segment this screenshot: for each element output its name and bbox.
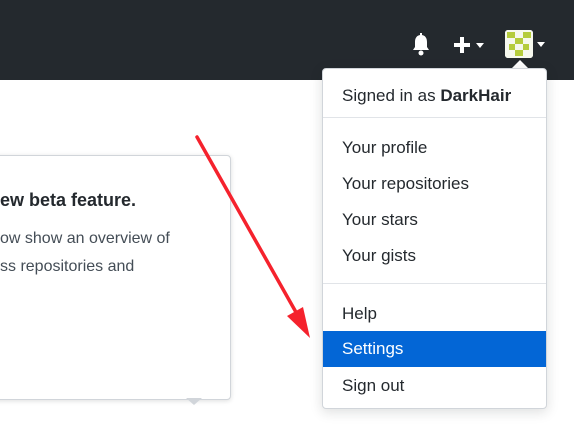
chevron-down-icon (476, 42, 484, 48)
menu-item-settings[interactable]: Settings (323, 331, 546, 367)
chevron-down-icon (537, 41, 545, 47)
popover-title: ew beta feature. (0, 190, 137, 210)
plus-icon (454, 37, 470, 53)
signed-in-prefix: Signed in as (342, 86, 436, 105)
user-menu-button[interactable] (505, 29, 549, 59)
create-new-button[interactable] (452, 33, 490, 57)
bell-icon (413, 33, 429, 56)
avatar (505, 30, 533, 58)
notifications-button[interactable] (410, 33, 436, 57)
menu-item-your-profile[interactable]: Your profile (323, 130, 546, 166)
dropdown-caret (512, 60, 528, 68)
menu-item-help[interactable]: Help (323, 296, 546, 332)
popover-text-line-1: ow show an overview of (0, 230, 170, 247)
signed-in-header: Signed in as DarkHair (342, 86, 511, 106)
menu-item-your-stars[interactable]: Your stars (323, 202, 546, 238)
popover-pointer (186, 398, 202, 405)
username: DarkHair (440, 86, 512, 105)
dropdown-divider (323, 283, 546, 284)
menu-item-sign-out[interactable]: Sign out (323, 368, 546, 404)
dropdown-divider (323, 117, 546, 118)
popover-text-line-2: ss repositories and (0, 258, 135, 275)
menu-item-your-gists[interactable]: Your gists (323, 238, 546, 274)
menu-item-your-repositories[interactable]: Your repositories (323, 166, 546, 202)
page: ew beta feature. ow show an overview of … (0, 0, 574, 425)
